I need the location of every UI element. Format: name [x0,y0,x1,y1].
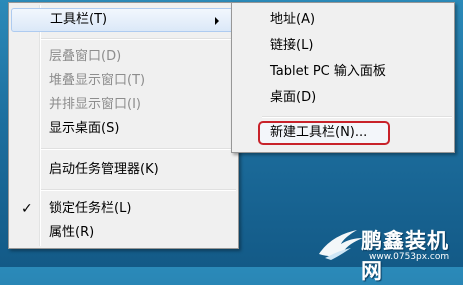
menu-item-lock-taskbar[interactable]: ✓ 锁定任务栏(L) [11,197,236,221]
submenu-item-tablet-input[interactable]: Tablet PC 输入面板 [234,60,452,84]
submenu-item-links-label: 链接(L) [270,38,314,53]
taskbar-context-menu: 工具栏(T) 层叠窗口(D) 堆叠显示窗口(T) 并排显示窗口(I) 显示桌面(… [8,2,239,249]
menu-item-properties[interactable]: 属性(R) [11,221,236,245]
menu-item-stack-label: 堆叠显示窗口(T) [49,73,146,88]
eagle-logo-icon [319,230,363,260]
menu-item-stack-windows: 堆叠显示窗口(T) [11,69,236,93]
menu-separator [262,116,452,118]
menu-separator [41,38,236,40]
menu-item-cascade-label: 层叠窗口(D) [49,49,122,64]
submenu-item-address-label: 地址(A) [270,12,316,27]
menu-item-side-by-side-label: 并排显示窗口(I) [49,97,141,112]
menu-item-toolbar-label: 工具栏(T) [50,12,108,27]
submenu-item-new-toolbar-label: 新建工具栏(N)... [270,125,368,140]
menu-separator [41,148,236,150]
submenu-item-desktop-label: 桌面(D) [270,90,317,105]
submenu-item-tablet-input-label: Tablet PC 输入面板 [270,64,386,79]
menu-item-toolbar[interactable]: 工具栏(T) [11,8,236,32]
menu-item-show-desktop-label: 显示桌面(S) [49,121,120,136]
menu-item-task-manager-label: 启动任务管理器(K) [49,162,159,177]
submenu-arrow-icon [215,17,219,25]
menu-item-lock-taskbar-label: 锁定任务栏(L) [49,201,132,216]
menu-item-side-by-side: 并排显示窗口(I) [11,93,236,117]
toolbar-submenu: 地址(A) 链接(L) Tablet PC 输入面板 桌面(D) 新建工具栏(N… [231,2,455,153]
menu-item-properties-label: 属性(R) [49,225,95,240]
submenu-item-address[interactable]: 地址(A) [234,8,452,32]
submenu-item-new-toolbar[interactable]: 新建工具栏(N)... [258,121,390,145]
checkmark-icon: ✓ [21,201,33,217]
menu-separator [41,189,236,191]
submenu-item-links[interactable]: 链接(L) [234,34,452,58]
menu-item-cascade-windows: 层叠窗口(D) [11,45,236,69]
watermark-url: www.0753px.com [369,252,450,262]
menu-item-show-desktop[interactable]: 显示桌面(S) [11,117,236,141]
menu-item-task-manager[interactable]: 启动任务管理器(K) [11,158,236,182]
site-watermark: 鹏鑫装机网 www.0753px.com [317,224,463,283]
submenu-item-desktop[interactable]: 桌面(D) [234,86,452,110]
